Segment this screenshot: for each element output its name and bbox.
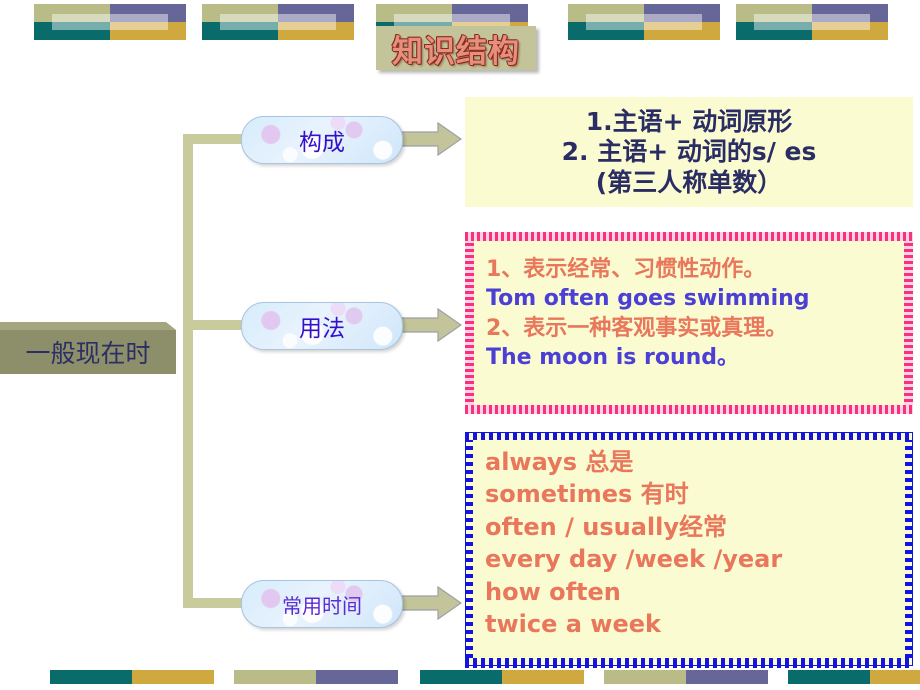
page-title-text: 知识结构 xyxy=(392,33,520,70)
connector-branch-1 xyxy=(193,134,245,144)
page-title: 知识结构 xyxy=(376,26,536,70)
arrow-icon xyxy=(400,308,462,342)
content-line: often / usually经常 xyxy=(485,512,727,541)
content-line: 2. 主语+ 动词的s/ es xyxy=(561,137,817,167)
footer-decor-segment xyxy=(316,670,398,684)
root-node-bevel xyxy=(0,322,176,330)
slide-canvas: 知识结构 一般现在时 构成 1.主语+ 动词原形 2. 主语+ 动词的s/ es… xyxy=(0,0,920,690)
footer-decor-group xyxy=(788,670,920,684)
header-decor-overlay xyxy=(52,14,168,30)
content-line: sometimes 有时 xyxy=(485,480,689,509)
header-decor-overlay xyxy=(754,14,870,30)
footer-decor-group xyxy=(50,670,250,684)
content-line: The moon is round。 xyxy=(486,345,740,371)
header-decor-overlay xyxy=(586,14,702,30)
content-line: how often xyxy=(485,577,621,606)
header-decor-block xyxy=(202,4,354,40)
arrow-icon xyxy=(400,586,462,620)
root-node[interactable]: 一般现在时 xyxy=(0,322,176,374)
connector-branch-2 xyxy=(193,320,245,330)
footer-decor-segment xyxy=(502,670,584,684)
content-line: twice a week xyxy=(485,609,661,638)
content-box-time-expressions: always 总是 sometimes 有时 often / usually经常… xyxy=(465,432,913,666)
footer-decor-segment xyxy=(234,670,316,684)
content-line: 2、表示一种客观事实或真理。 xyxy=(486,315,788,341)
footer-decor-segment xyxy=(420,670,502,684)
header-decor-block xyxy=(34,4,186,40)
arrow-icon xyxy=(400,122,462,156)
content-box-structure: 1.主语+ 动词原形 2. 主语+ 动词的s/ es (第三人称单数） xyxy=(465,97,913,207)
content-line: every day /week /year xyxy=(485,545,783,574)
footer-decor-segment xyxy=(686,670,768,684)
footer-decor-group xyxy=(234,670,434,684)
content-line: 1、表示经常、习惯性动作。 xyxy=(486,257,766,282)
footer-decor-segment xyxy=(788,670,870,684)
content-box-inner: always 总是 sometimes 有时 often / usually经常… xyxy=(473,440,905,658)
header-decor-block xyxy=(568,4,720,40)
footer-decor-segment xyxy=(50,670,132,684)
connector-trunk-vertical xyxy=(183,134,193,608)
header-decor-overlay xyxy=(220,14,336,30)
footer-decor-group xyxy=(420,670,620,684)
content-line: Tom often goes swimming xyxy=(486,286,810,312)
content-box-inner: 1.主语+ 动词原形 2. 主语+ 动词的s/ es (第三人称单数） xyxy=(465,97,913,207)
content-line: always 总是 xyxy=(485,448,634,476)
root-node-label: 一般现在时 xyxy=(25,339,151,368)
footer-decor-segment xyxy=(132,670,214,684)
node-changyongshijian[interactable]: 常用时间 xyxy=(241,580,403,628)
node-gouchang[interactable]: 构成 xyxy=(241,116,403,164)
content-line: 1.主语+ 动词原形 xyxy=(585,107,793,137)
node-yongfa[interactable]: 用法 xyxy=(241,302,403,350)
node-label: 构成 xyxy=(299,130,345,156)
node-label: 常用时间 xyxy=(282,593,362,618)
content-box-usage: 1、表示经常、习惯性动作。 Tom often goes swimming 2、… xyxy=(465,232,913,414)
content-box-inner: 1、表示经常、习惯性动作。 Tom often goes swimming 2、… xyxy=(474,241,904,405)
content-line: (第三人称单数） xyxy=(595,167,783,197)
header-decor-block xyxy=(736,4,888,40)
connector-branch-3 xyxy=(193,598,245,608)
footer-decor-segment xyxy=(604,670,686,684)
footer-decor-group xyxy=(604,670,804,684)
footer-decor-segment xyxy=(870,670,920,684)
node-label: 用法 xyxy=(299,316,345,342)
